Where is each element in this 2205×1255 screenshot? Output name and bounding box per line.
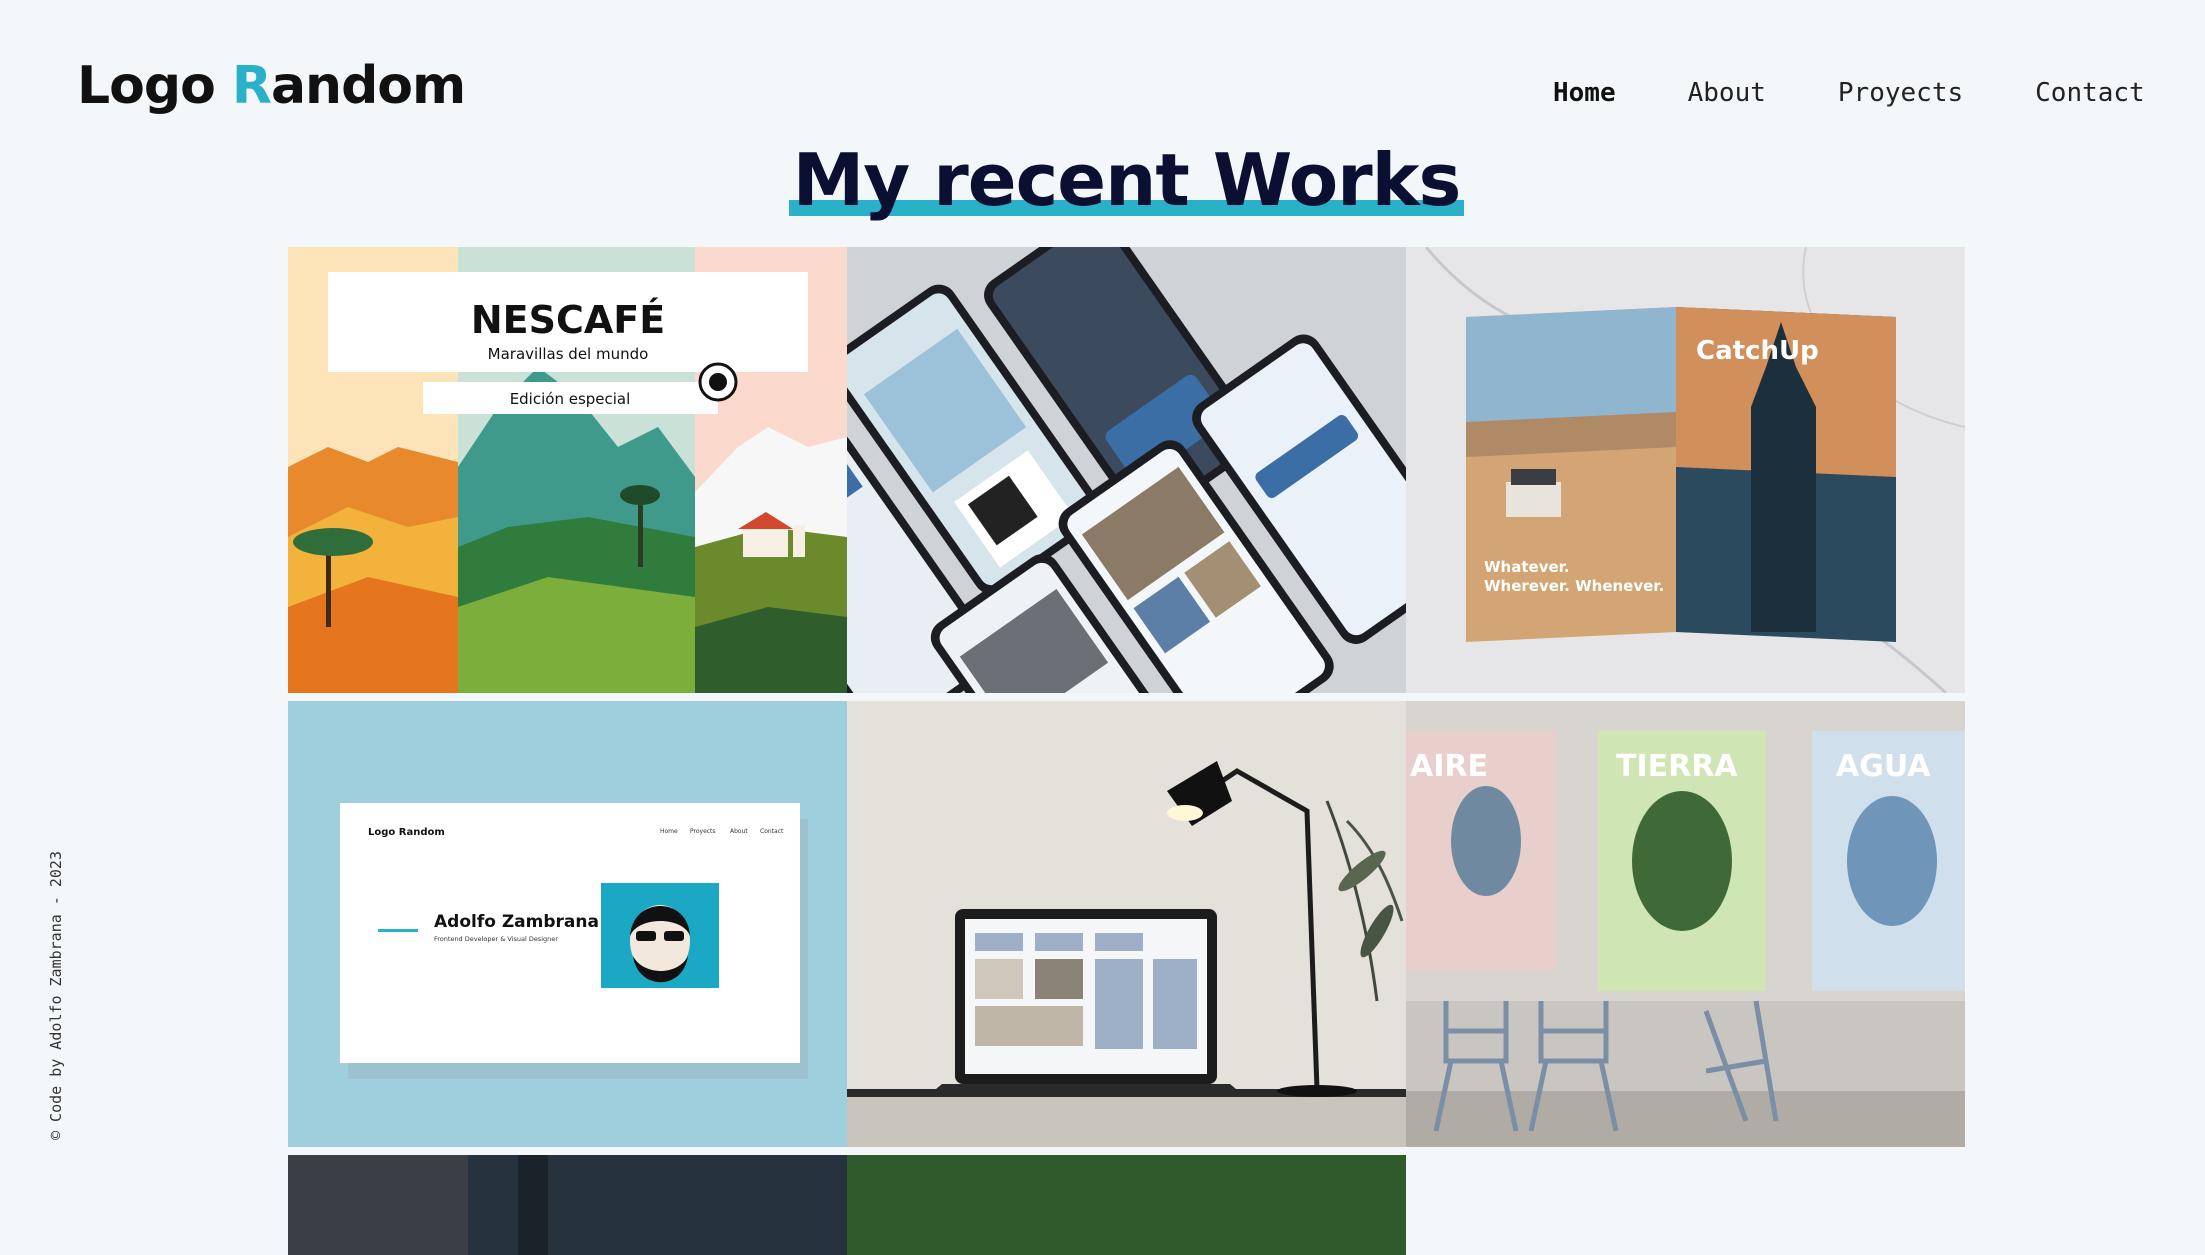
- work-catchup-magazine[interactable]: Whatever. Wherever. Whenever. CatchUp: [1406, 247, 1965, 693]
- work-partial-8[interactable]: [847, 1155, 1406, 1255]
- nav-contact[interactable]: Contact: [2035, 78, 2145, 108]
- logo[interactable]: Logo Random: [77, 56, 466, 116]
- mock-logo: Logo Random: [368, 827, 445, 838]
- mock-nav-about: About: [730, 828, 748, 835]
- logo-text-1: Logo: [77, 56, 232, 116]
- work-portfolio-site[interactable]: Logo Random Home Proyects About Contact …: [288, 701, 847, 1147]
- works-grid: NESCAFÉ Maravillas del mundo Edición esp…: [288, 247, 1965, 1255]
- logo-accent-letter: R: [231, 56, 272, 116]
- catchup-slogan-2: Wherever. Whenever.: [1484, 577, 1664, 595]
- poster-agua: AGUA: [1836, 749, 1931, 784]
- mock-role: Frontend Developer & Visual Designer: [434, 935, 558, 943]
- mock-name: Adolfo Zambrana: [434, 912, 599, 932]
- mock-nav-contact: Contact: [760, 828, 784, 835]
- nescafe-edition: Edición especial: [510, 390, 631, 408]
- page-title: My recent Works: [792, 138, 1462, 222]
- section-heading: My recent Works: [0, 138, 2205, 222]
- work-nescafe[interactable]: NESCAFÉ Maravillas del mundo Edición esp…: [288, 247, 847, 693]
- poster-aire: AIRE: [1410, 749, 1488, 784]
- footer-credit: © Code by Adolfo Zambrana - 2023: [47, 851, 65, 1140]
- nav-proyects[interactable]: Proyects: [1838, 78, 1963, 108]
- work-dashboard-laptop[interactable]: [847, 701, 1406, 1147]
- nescafe-brand: NESCAFÉ: [471, 298, 665, 342]
- nav-about[interactable]: About: [1688, 78, 1766, 108]
- poster-tierra: TIERRA: [1616, 749, 1738, 784]
- work-elements-posters[interactable]: AIRE TIERRA AGUA: [1406, 701, 1965, 1147]
- catchup-title: CatchUp: [1696, 336, 1819, 366]
- main-nav: Home About Proyects Contact: [1553, 78, 2205, 108]
- nav-home[interactable]: Home: [1553, 78, 1616, 108]
- work-travel-app[interactable]: [847, 247, 1406, 693]
- mock-nav-proyects: Proyects: [690, 828, 716, 835]
- logo-text-2: andom: [270, 56, 466, 116]
- nescafe-subtitle: Maravillas del mundo: [488, 345, 649, 363]
- mock-nav-home: Home: [660, 828, 678, 835]
- catchup-slogan-1: Whatever.: [1484, 558, 1570, 576]
- work-partial-7[interactable]: [288, 1155, 847, 1255]
